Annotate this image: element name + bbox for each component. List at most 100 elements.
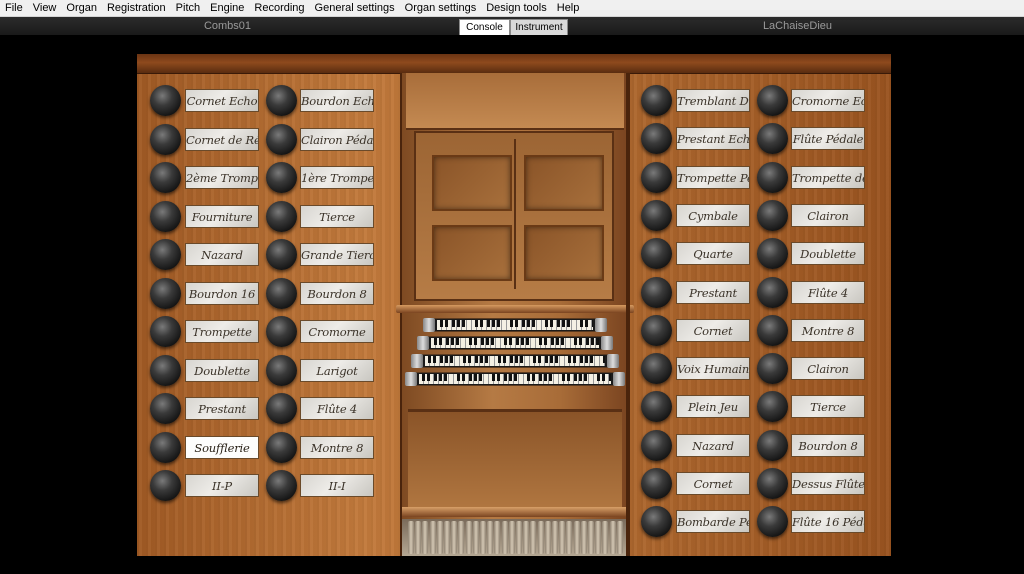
stop-label[interactable]: Flûte 16 Pédale [791, 510, 865, 534]
stop-knob[interactable] [641, 506, 672, 538]
stop-knob[interactable] [757, 238, 788, 270]
stop-label[interactable]: II-I [300, 474, 374, 497]
stop-label[interactable]: Bombarde Pédale [676, 510, 750, 534]
menu-organ[interactable]: Organ [61, 0, 102, 16]
pedal-key[interactable] [516, 521, 522, 554]
stop-knob[interactable] [757, 429, 788, 461]
pedal-key[interactable] [530, 521, 537, 554]
stop-knob[interactable] [150, 200, 181, 232]
pedal-key[interactable] [595, 521, 602, 554]
stop-label[interactable]: Flûte 4 [791, 280, 865, 304]
menu-file[interactable]: File [0, 0, 28, 16]
stop-knob[interactable] [150, 123, 181, 155]
stop-label[interactable]: Prestant [185, 397, 259, 420]
stop-label[interactable]: Tierce [300, 204, 374, 228]
stop-label[interactable]: 2ème Trompette [185, 166, 259, 189]
stop-knob[interactable] [266, 431, 297, 463]
pedal-key[interactable] [429, 521, 436, 554]
stop-knob[interactable] [641, 238, 672, 270]
pedal-key[interactable] [580, 521, 587, 554]
stop-knob[interactable] [266, 354, 297, 386]
stop-label[interactable]: Cymbale [676, 203, 750, 227]
stop-knob[interactable] [266, 85, 297, 116]
stop-label[interactable]: Soufflerie [185, 435, 259, 459]
stop-knob[interactable] [641, 468, 672, 499]
stop-knob[interactable] [641, 391, 672, 423]
stop-label[interactable]: Bourdon Echo [300, 89, 374, 112]
menu-registration[interactable]: Registration [102, 0, 171, 16]
pedal-key[interactable] [566, 521, 573, 554]
stop-knob[interactable] [757, 468, 788, 499]
stop-knob[interactable] [641, 276, 672, 308]
pedal-key[interactable] [508, 521, 515, 554]
pedal-key[interactable] [415, 521, 422, 554]
pedal-key[interactable] [444, 521, 450, 554]
stop-knob[interactable] [757, 353, 788, 385]
tab-console[interactable]: Console [459, 19, 510, 35]
stop-label[interactable]: Voix Humaine [676, 357, 750, 381]
stop-label[interactable]: Doublette [185, 358, 259, 382]
stop-knob[interactable] [266, 277, 297, 309]
stop-label[interactable]: Cornet [676, 318, 750, 342]
tab-instrument[interactable]: Instrument [510, 19, 568, 35]
stop-label[interactable]: Nazard [676, 433, 750, 457]
stop-knob[interactable] [641, 314, 672, 346]
stop-knob[interactable] [150, 354, 181, 386]
stop-label[interactable]: Doublette [791, 242, 865, 266]
stop-knob[interactable] [150, 277, 181, 309]
stop-label[interactable]: Nazard [185, 243, 259, 266]
stop-label[interactable]: Flûte 4 [300, 397, 374, 420]
stop-label[interactable]: Tremblant Doux [676, 89, 750, 112]
pedal-key[interactable] [451, 521, 458, 554]
stop-knob[interactable] [757, 199, 788, 231]
stop-label[interactable]: Tierce [791, 395, 865, 419]
stop-knob[interactable] [641, 85, 672, 116]
stop-knob[interactable] [641, 161, 672, 193]
stop-knob[interactable] [266, 239, 297, 270]
stop-knob[interactable] [150, 431, 181, 463]
menu-help[interactable]: Help [552, 0, 585, 16]
stop-knob[interactable] [150, 393, 181, 424]
pedal-key[interactable] [616, 521, 623, 554]
pedal-key[interactable] [544, 521, 551, 554]
stop-knob[interactable] [641, 123, 672, 155]
stop-label[interactable]: Quarte [676, 242, 750, 266]
stop-label[interactable]: Clairon Pédale [300, 127, 374, 151]
pedal-key[interactable] [552, 521, 558, 554]
stop-label[interactable]: Bourdon 8 [791, 433, 865, 457]
stop-knob[interactable] [757, 85, 788, 116]
pedal-key[interactable] [472, 521, 479, 554]
stop-label[interactable]: Larigot [300, 358, 374, 382]
stop-label[interactable]: Clairon [791, 357, 865, 381]
menu-design-tools[interactable]: Design tools [481, 0, 552, 16]
stop-label[interactable]: Trompette Pédale [676, 165, 750, 189]
stop-label[interactable]: Prestant [676, 280, 750, 304]
stop-knob[interactable] [757, 314, 788, 346]
pedal-key[interactable] [436, 521, 443, 554]
stop-label[interactable]: Bourdon 16 [185, 281, 259, 305]
stop-knob[interactable] [757, 506, 788, 538]
stop-label[interactable]: Prestant Echo [676, 127, 750, 151]
stop-label[interactable]: Dessus Flûte 8 [791, 472, 865, 495]
stop-label[interactable]: Fourniture [185, 204, 259, 228]
manual-keyboard[interactable] [416, 372, 614, 386]
stop-knob[interactable] [150, 162, 181, 193]
stop-knob[interactable] [266, 470, 297, 501]
stop-label[interactable]: Cornet [676, 472, 750, 495]
stop-knob[interactable] [266, 200, 297, 232]
stop-knob[interactable] [641, 199, 672, 231]
stop-knob[interactable] [266, 123, 297, 155]
stop-label[interactable]: II-P [185, 474, 259, 497]
stop-knob[interactable] [641, 353, 672, 385]
stop-label[interactable]: Montre 8 [300, 435, 374, 459]
stop-label[interactable]: Montre 8 [791, 318, 865, 342]
pedal-key[interactable] [458, 521, 465, 554]
stop-label[interactable]: Plein Jeu [676, 395, 750, 419]
stop-knob[interactable] [266, 316, 297, 347]
pedal-key[interactable] [588, 521, 594, 554]
stop-label[interactable]: Cornet Echo [185, 89, 259, 112]
menu-organ-settings[interactable]: Organ settings [400, 0, 482, 16]
pedal-key[interactable] [494, 521, 501, 554]
menu-general-settings[interactable]: General settings [310, 0, 400, 16]
menu-pitch[interactable]: Pitch [171, 0, 205, 16]
